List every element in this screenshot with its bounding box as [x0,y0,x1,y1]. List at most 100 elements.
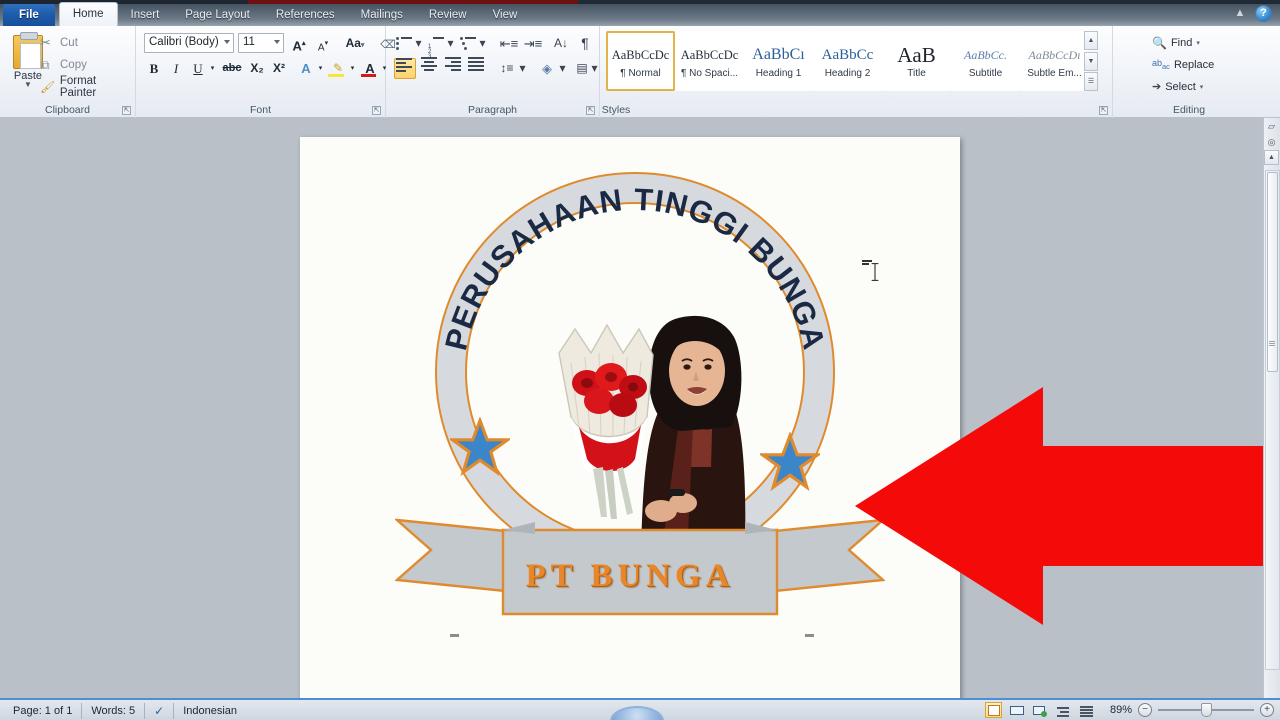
align-left-button[interactable] [394,58,416,79]
style-heading-1[interactable]: AaBbCı Heading 1 [744,31,813,91]
tab-page-layout[interactable]: Page Layout [172,4,263,26]
zoom-in-button[interactable]: + [1260,703,1274,717]
chevron-up-icon[interactable]: ▲ [1232,6,1248,21]
multilevel-chevron-down-icon[interactable]: ▾ [477,33,488,54]
font-name-combo[interactable]: Calibri (Body) [144,33,234,53]
company-logo-graphic[interactable]: PERUSAHAAN TINGGI BUNGA [350,162,910,662]
language-status[interactable]: Indonesian [174,703,246,719]
numbering-button[interactable]: 123 [426,33,446,54]
increase-indent-button[interactable]: ⇥≡ [522,33,544,54]
numbering-chevron-down-icon[interactable]: ▾ [445,33,456,54]
style-subtitle[interactable]: AaBbCc. Subtitle [951,31,1020,91]
style-heading-2[interactable]: AaBbCc Heading 2 [813,31,882,91]
zoom-out-button[interactable]: − [1138,703,1152,717]
tab-insert[interactable]: Insert [118,4,173,26]
underline-chevron-down-icon[interactable]: ▾ [207,58,218,79]
select-button[interactable]: ➔ Select ▾ [1152,76,1203,97]
show-formatting-marks-button[interactable]: ¶ [576,33,594,54]
find-button[interactable]: 🔍 Find ▾ [1152,32,1200,53]
zoom-slider[interactable] [1158,703,1254,717]
zoom-level-label[interactable]: 89% [1110,704,1132,716]
line-spacing-chevron-down-icon[interactable]: ▾ [517,58,528,79]
select-browse-object-icon[interactable]: ◎ [1264,134,1279,150]
text-effects-button[interactable]: A [296,58,316,79]
align-right-button[interactable] [442,58,464,79]
word-count-status[interactable]: Words: 5 [82,703,145,719]
grow-font-button[interactable]: A▴ [288,33,310,54]
style-title[interactable]: AaB Title [882,31,951,91]
scroll-up-button[interactable]: ▲ [1264,150,1279,165]
strikethrough-button[interactable]: abc [220,58,244,79]
clipboard-dialog-launcher[interactable]: ⇱ [122,106,131,115]
style-name: Heading 1 [756,68,802,79]
tab-mailings[interactable]: Mailings [348,4,416,26]
tab-references[interactable]: References [263,4,348,26]
styles-scroll-up-button[interactable]: ▲ [1084,31,1098,50]
subscript-label: X₂ [250,61,263,75]
replace-label: Replace [1174,59,1214,71]
tab-review[interactable]: Review [416,4,480,26]
chevron-down-icon[interactable]: ▾ [1200,83,1204,91]
multilevel-list-button[interactable] [458,33,478,54]
subscript-button[interactable]: X₂ [246,58,268,79]
shape-handle-right[interactable] [805,634,814,637]
format-painter-button[interactable]: Format Painter [40,77,135,97]
style-subtle-emphasis[interactable]: AaBbCcDı Subtle Em... [1020,31,1089,91]
tab-home[interactable]: Home [59,2,118,26]
decrease-indent-button[interactable]: ⇤≡ [498,33,520,54]
styles-more-button[interactable]: ☰ [1084,72,1098,91]
page-count-status[interactable]: Page: 1 of 1 [4,703,82,719]
chevron-down-icon[interactable] [274,40,280,44]
replace-button[interactable]: abac Replace [1152,54,1214,75]
font-size-value: 11 [243,36,255,48]
zoom-slider-thumb[interactable] [1201,703,1212,717]
help-button[interactable]: ? [1255,5,1272,22]
print-layout-view-button[interactable] [985,702,1002,718]
highlight-chevron-down-icon[interactable]: ▾ [347,58,358,79]
style-no-spacing[interactable]: AaBbCcDc ¶ No Spaci... [675,31,744,91]
shape-handle-left[interactable] [450,634,459,637]
change-case-button[interactable]: Aa▾ [340,33,370,54]
style-sample: AaBbCı [752,44,804,66]
cut-button[interactable]: Cut [40,33,78,53]
sort-button[interactable]: A↓ [550,33,572,54]
chevron-down-icon[interactable]: ▾ [1196,39,1200,47]
font-color-bar [361,74,376,77]
styles-scroll-down-button[interactable]: ▼ [1084,52,1098,71]
font-size-combo[interactable]: 11 [238,33,284,53]
styles-gallery: AaBbCcDc ¶ Normal AaBbCcDc ¶ No Spaci...… [606,31,1089,91]
full-screen-reading-view-button[interactable] [1008,702,1025,718]
styles-dialog-launcher[interactable]: ⇱ [1099,106,1108,115]
ribbon-group-styles: AaBbCcDc ¶ Normal AaBbCcDc ¶ No Spaci...… [600,26,1113,118]
tab-file[interactable]: File [3,4,55,26]
underline-button[interactable]: U [188,58,208,79]
paint-bucket-icon: ◈ [542,61,552,76]
scrollbar-track[interactable] [1265,170,1280,670]
style-sample: AaBbCcDc [681,44,739,66]
bullets-chevron-down-icon[interactable]: ▾ [413,33,424,54]
style-normal[interactable]: AaBbCcDc ¶ Normal [606,31,675,91]
line-spacing-button[interactable]: ↕≡ [496,58,518,79]
align-center-button[interactable] [418,58,440,79]
outline-view-button[interactable] [1054,702,1071,718]
bullets-button[interactable] [394,33,414,54]
italic-button[interactable]: I [166,58,186,79]
borders-chevron-down-icon[interactable]: ▾ [589,58,600,79]
shrink-font-button[interactable]: A▾ [312,33,334,54]
document-canvas[interactable]: PERUSAHAAN TINGGI BUNGA [0,118,1280,698]
shading-chevron-down-icon[interactable]: ▾ [557,58,568,79]
draft-view-button[interactable] [1077,702,1094,718]
superscript-button[interactable]: X² [268,58,290,79]
shading-button[interactable]: ◈ [536,58,558,79]
copy-button[interactable]: Copy [40,55,87,75]
text-effects-chevron-down-icon[interactable]: ▾ [315,58,326,79]
justify-button[interactable] [466,58,488,79]
vertical-scrollbar[interactable]: ▱ ◎ ▲ [1263,118,1280,698]
chevron-down-icon[interactable] [224,40,230,44]
bold-button[interactable]: B [144,58,164,79]
tab-view[interactable]: View [480,4,531,26]
style-name: ¶ No Spaci... [681,68,738,79]
spell-check-icon[interactable]: ✓ [145,703,174,719]
split-view-icon[interactable]: ▱ [1264,118,1279,134]
web-layout-view-button[interactable] [1031,702,1048,718]
